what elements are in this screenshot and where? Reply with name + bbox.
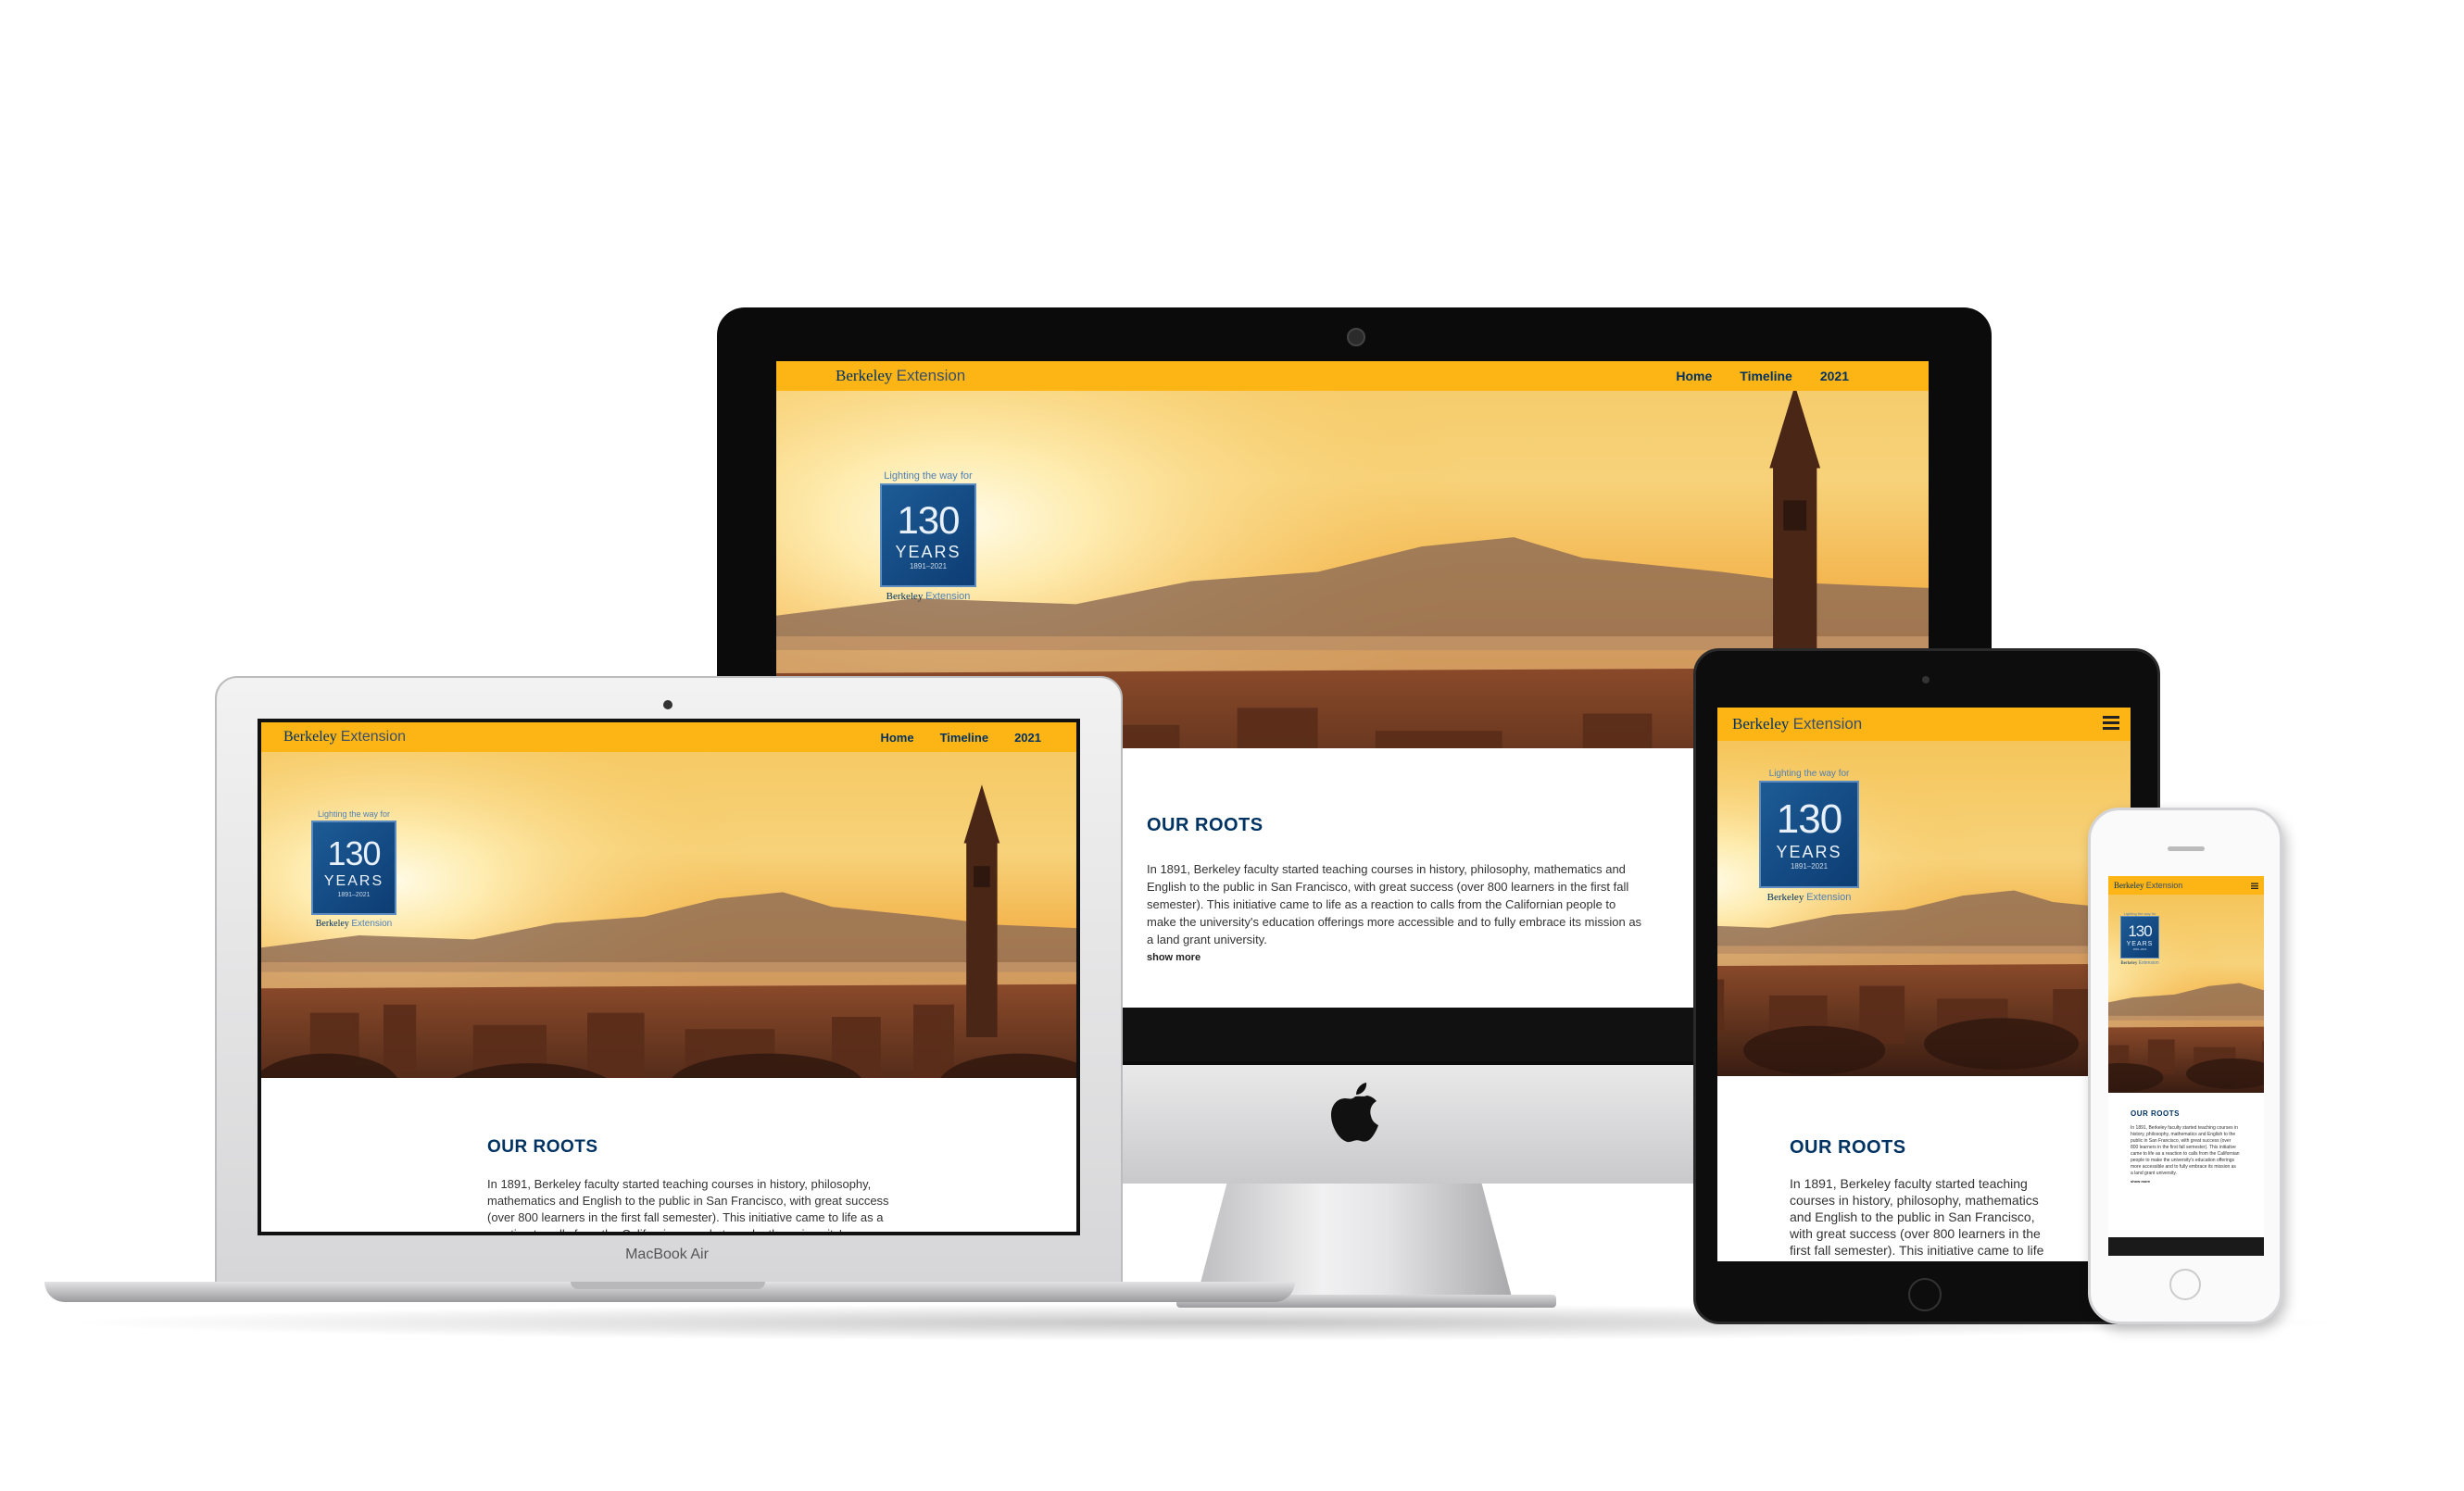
laptop-notch (571, 1282, 765, 1289)
navbar: Berkeley Extension Home Timeline 2021 (261, 722, 1076, 752)
nav-timeline-link[interactable]: Timeline (940, 731, 989, 745)
roots-section: OUR ROOTS In 1891, Berkeley faculty star… (2131, 1109, 2240, 1184)
section-body: In 1891, Berkeley faculty started teachi… (2131, 1125, 2240, 1176)
site-logo[interactable]: Berkeley Extension (2114, 881, 2182, 890)
tablet-camera (1922, 676, 1930, 683)
nav-timeline-link[interactable]: Timeline (1740, 369, 1792, 383)
nav-home-link[interactable]: Home (1676, 369, 1712, 383)
anniversary-badge: Lighting the way for 130 YEARS 1891–2021… (309, 809, 398, 929)
section-heading: OUR ROOTS (487, 1137, 598, 1157)
brand-ext: Extension (896, 367, 966, 384)
roots-section: OUR ROOTS In 1891, Berkeley faculty star… (487, 1137, 895, 1232)
apple-logo-icon (1328, 1082, 1382, 1143)
badge-tagline: Lighting the way for (884, 470, 973, 482)
laptop-label: MacBook Air (625, 1247, 709, 1262)
nav-home-link[interactable]: Home (880, 731, 913, 745)
laptop-screen: Berkeley Extension Home Timeline 2021 Li… (261, 722, 1076, 1232)
phone-speaker (2168, 846, 2205, 851)
imac-camera (1347, 328, 1365, 346)
badge-brand: Berkeley Extension (886, 591, 971, 602)
navbar: Berkeley Extension (2108, 876, 2264, 895)
roots-section: OUR ROOTS In 1891, Berkeley faculty star… (1147, 815, 1647, 963)
section-body: In 1891, Berkeley faculty started teachi… (1147, 862, 1642, 946)
section-heading: OUR ROOTS (2131, 1109, 2180, 1118)
phone-screen: Berkeley Extension Lighting the way for … (2108, 876, 2264, 1256)
section-heading: OUR ROOTS (1147, 815, 1263, 835)
badge-box: 130 YEARS 1891–2021 (880, 483, 976, 587)
badge-number: 130 (897, 497, 960, 542)
hamburger-menu-icon[interactable] (2103, 715, 2119, 734)
roots-section: OUR ROOTS In 1891, Berkeley faculty star… (1790, 1137, 2058, 1261)
show-more-link[interactable]: show more (2131, 1179, 2240, 1184)
tablet-screen: Berkeley Extension Lighting the way for … (1717, 708, 2131, 1261)
badge-years: YEARS (895, 542, 962, 561)
section-body: In 1891, Berkeley faculty started teachi… (1790, 1176, 2044, 1261)
anniversary-badge: Lighting the way for 130 YEARS 1891–2021… (873, 470, 984, 602)
section-body: In 1891, Berkeley faculty started teachi… (487, 1177, 889, 1232)
laptop-camera (663, 700, 673, 709)
section-heading: OUR ROOTS (1790, 1137, 1906, 1158)
nav-2021-link[interactable]: 2021 (1820, 369, 1849, 383)
nav-2021-link[interactable]: 2021 (1014, 731, 1041, 745)
phone-home-button[interactable] (2169, 1269, 2201, 1300)
site-logo[interactable]: Berkeley Extension (1732, 715, 1862, 733)
site-logo[interactable]: Berkeley Extension (283, 729, 406, 746)
tablet-home-button[interactable] (1908, 1278, 1942, 1311)
site-logo[interactable]: Berkeley Extension (836, 367, 965, 385)
badge-range: 1891–2021 (909, 561, 948, 570)
navbar: Berkeley Extension Home Timeline 2021 (776, 361, 1929, 391)
phone-bottom-bar (2108, 1237, 2264, 1256)
brand-name: Berkeley (836, 367, 893, 384)
show-more-link[interactable]: show more (1147, 952, 1647, 963)
navbar: Berkeley Extension (1717, 708, 2131, 741)
anniversary-badge: Lighting the way for 130 YEARS 1891–2021… (2120, 911, 2159, 966)
anniversary-badge: Lighting the way for 130 YEARS 1891–2021… (1754, 769, 1864, 903)
hamburger-menu-icon[interactable] (2251, 877, 2258, 894)
